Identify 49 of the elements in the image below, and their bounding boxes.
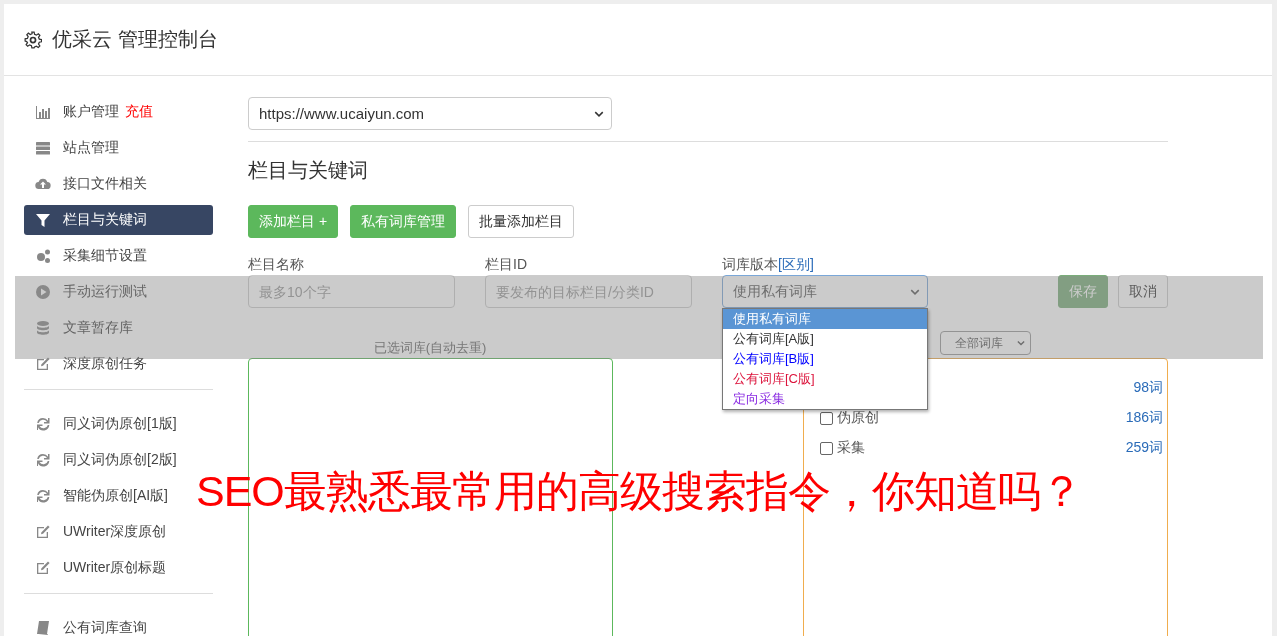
field-label: 栏目名称 [248, 255, 305, 273]
dropdown-option[interactable]: 公有词库[A版] [723, 329, 927, 349]
sidebar-item[interactable]: 栏目与关键词 [24, 205, 213, 235]
cloud-upload-icon [35, 176, 51, 192]
dropdown-option[interactable]: 公有词库[B版] [723, 349, 927, 369]
field-label: 栏目ID [485, 255, 528, 273]
sidebar-item[interactable]: 同义词伪原创[2版] [24, 445, 213, 475]
checkbox[interactable] [820, 441, 833, 455]
chart-icon [35, 104, 51, 120]
checkbox-label: 采集 [837, 439, 865, 457]
sidebar-item[interactable]: 公有词库查询 [24, 613, 213, 636]
site-select[interactable]: https://www.ucaiyun.com [248, 97, 612, 130]
server-icon [35, 140, 51, 156]
refresh-icon [35, 416, 51, 432]
sidebar-item[interactable]: 接口文件相关 [24, 169, 213, 199]
cancel-button[interactable]: 取消 [1118, 275, 1168, 308]
chevron-down-icon [1016, 338, 1026, 348]
sidebar-item[interactable]: 深度原创任务 [24, 349, 213, 379]
word-count: 186词 [1125, 409, 1163, 427]
difference-link[interactable]: [区别] [778, 255, 814, 273]
checkbox-label: 伪原创 [837, 409, 879, 427]
sidebar-item[interactable]: 站点管理 [24, 133, 213, 163]
edit-icon [35, 356, 51, 372]
sidebar-item[interactable]: 采集细节设置 [24, 241, 213, 271]
play-icon [35, 284, 51, 300]
sidebar-item[interactable]: UWriter深度原创 [24, 517, 213, 547]
settings-icon [24, 30, 42, 49]
word-count: 98词 [1133, 379, 1163, 397]
dropdown-option[interactable]: 定向采集 [723, 389, 927, 409]
book-icon [35, 620, 51, 636]
refresh-icon [35, 488, 51, 504]
sidebar-item[interactable]: UWriter原创标题 [24, 553, 213, 583]
sidebar-item[interactable]: 同义词伪原创[1版] [24, 409, 213, 439]
box-title: 已选词库(自动去重) [373, 340, 487, 355]
field-label: 词库版本 [722, 255, 778, 273]
checkbox[interactable] [820, 411, 833, 425]
refresh-icon [35, 452, 51, 468]
sidebar-item[interactable]: 手动运行测试 [24, 277, 213, 307]
dropdown-option[interactable]: 公有词库[C版] [723, 369, 927, 389]
edit-icon [35, 524, 51, 540]
edit-icon [35, 560, 51, 576]
sidebar-item[interactable]: 文章暂存库 [24, 313, 213, 343]
word-count: 259词 [1125, 439, 1163, 457]
sidebar-item[interactable]: 账户管理 充值 [24, 97, 213, 127]
database-icon [35, 320, 51, 336]
app-title: 优采云 管理控制台 [52, 27, 218, 52]
filter-icon [35, 212, 51, 228]
action-button[interactable]: 批量添加栏目 [468, 205, 575, 238]
section-heading: 栏目与关键词 [248, 158, 369, 183]
